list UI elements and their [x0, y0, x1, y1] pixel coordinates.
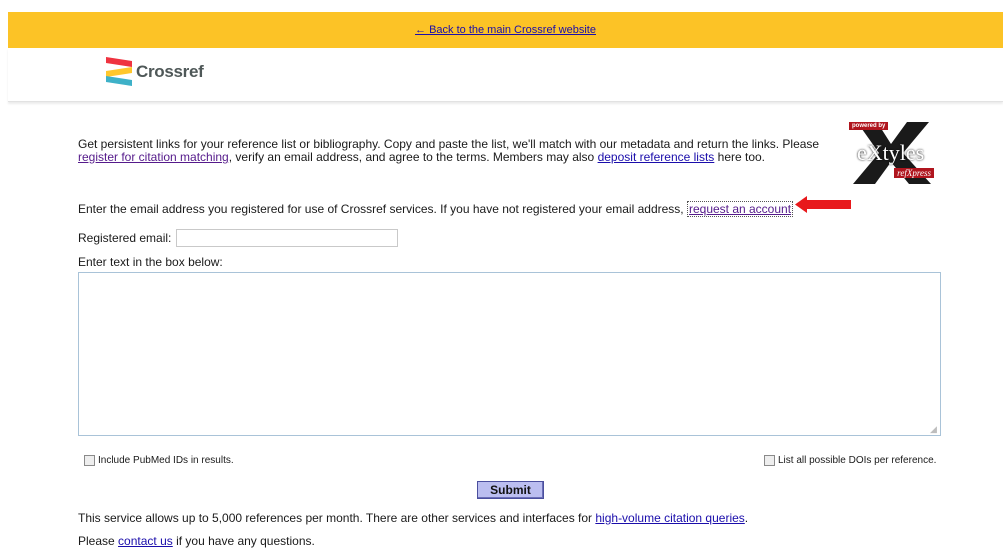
extyles-badge: powered by eXtyles refXpress — [849, 122, 934, 184]
intro-text-3: here too. — [714, 150, 766, 164]
submit-button[interactable]: Submit — [477, 481, 544, 499]
include-pubmed-label: Include PubMed IDs in results. — [98, 455, 234, 466]
intro-text-2: , verify an email address, and agree to … — [228, 150, 595, 164]
deposit-reference-lists-link[interactable]: deposit reference lists — [598, 150, 715, 164]
back-to-main-link[interactable]: ← Back to the main Crossref website — [415, 24, 596, 36]
crossref-logo[interactable]: Crossref — [106, 57, 204, 87]
red-arrow-icon — [795, 196, 851, 213]
powered-by-label: powered by — [849, 122, 889, 130]
extyles-label: eXtyles — [857, 140, 925, 165]
list-dois-option[interactable]: List all possible DOIs per reference. — [764, 455, 936, 466]
intro-text-1: Get persistent links for your reference … — [78, 137, 820, 151]
register-citation-matching-link[interactable]: register for citation matching — [78, 150, 229, 164]
intro-paragraph: Get persistent links for your reference … — [78, 138, 838, 164]
reference-text-area[interactable] — [78, 272, 941, 436]
contact-text: Please contact us if you have any questi… — [78, 534, 315, 548]
contact-us-link[interactable]: contact us — [118, 534, 173, 548]
resize-grip-icon[interactable]: ◢ — [930, 425, 939, 434]
list-dois-checkbox[interactable] — [764, 455, 775, 466]
crossref-logo-icon — [106, 57, 132, 87]
request-account-link[interactable]: request an account — [686, 201, 794, 217]
logo-text: Crossref — [136, 62, 204, 81]
top-banner: ← Back to the main Crossref website — [8, 12, 1003, 48]
registered-email-label: Registered email: — [78, 231, 172, 245]
contact-post: if you have any questions. — [172, 534, 315, 548]
limit-text: This service allows up to 5,000 referenc… — [78, 511, 593, 525]
refxpress-label: refXpress — [894, 168, 934, 178]
registered-email-input[interactable] — [176, 229, 399, 247]
include-pubmed-checkbox[interactable] — [84, 455, 95, 466]
site-header: Crossref — [8, 48, 1003, 102]
text-box-label: Enter text in the box below: — [78, 255, 223, 269]
email-instructions: Enter the email address you registered f… — [78, 201, 794, 217]
service-limit-text: This service allows up to 5,000 referenc… — [78, 511, 748, 525]
registered-email-row: Registered email: — [78, 229, 399, 247]
contact-pre: Please — [78, 534, 115, 548]
high-volume-queries-link[interactable]: high-volume citation queries — [595, 511, 744, 525]
limit-end: . — [744, 511, 749, 525]
list-dois-label: List all possible DOIs per reference. — [778, 455, 937, 466]
include-pubmed-option[interactable]: Include PubMed IDs in results. — [84, 455, 234, 466]
email-instructions-text: Enter the email address you registered f… — [78, 202, 684, 216]
